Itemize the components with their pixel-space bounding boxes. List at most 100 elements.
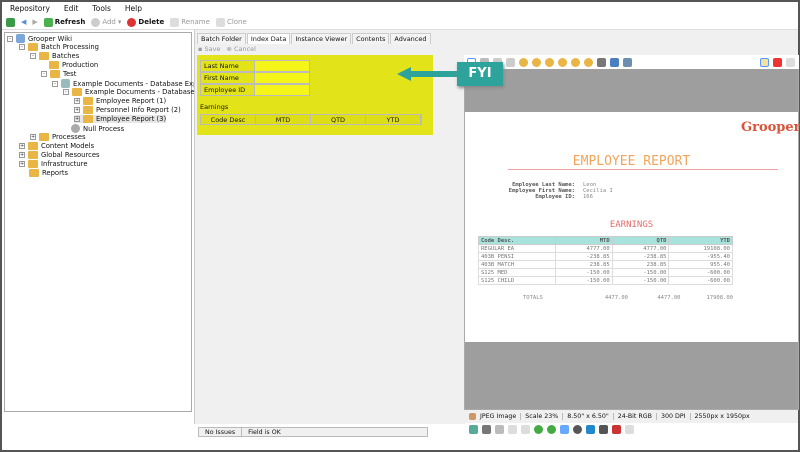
thumbnails-icon[interactable] [760,57,769,67]
tree-node[interactable]: + Content Models [19,142,94,150]
deskew-icon[interactable] [586,424,595,434]
zoom-rect-icon[interactable] [506,57,515,67]
tree-node[interactable]: + Processes [30,133,86,141]
expand-icon[interactable]: + [19,161,25,167]
cancel-button[interactable]: ⊗ Cancel [226,45,256,53]
last-name-field[interactable]: Last Name [200,60,310,72]
tree-node[interactable]: - Grooper Wiki [7,34,72,43]
undo-icon[interactable] [625,424,634,434]
expand-icon[interactable]: + [74,107,80,113]
batch-icon [61,79,70,88]
tab-advanced[interactable]: Advanced [390,33,431,44]
table-row: 403B MATCH 238.85 238.85 955.40 [478,260,733,269]
column-header[interactable]: YTD [366,115,421,124]
color-icon[interactable] [612,424,621,434]
tree-label: Infrastructure [41,160,88,168]
forward-icon[interactable]: ▶ [32,18,37,26]
viewer-status-bar: JPEG Image Scale 23% 8.50" x 6.50" 24-Bi… [465,410,798,422]
employee-id-input[interactable] [255,85,309,95]
expand-icon[interactable]: + [30,134,36,140]
tree-node[interactable]: - Batch Processing [19,43,99,51]
delete-button[interactable]: Delete [127,17,165,27]
grid-icon[interactable] [508,424,517,434]
first-name-field[interactable]: First Name [200,72,310,84]
collapse-icon[interactable]: - [52,80,58,87]
collapse-icon[interactable]: - [19,44,25,50]
table-row: REGULAR EA 4777.00 4777.00 19108.00 [478,244,733,253]
tree-toggle-icon[interactable] [6,17,15,27]
tree-node[interactable]: - Batches [30,52,79,60]
tree-node[interactable]: - Example Documents - Database Export [52,79,207,88]
folder-icon [83,115,93,123]
tab-contents[interactable]: Contents [352,33,390,44]
save-button[interactable]: ▪ Save [198,45,220,53]
tab-batch-folder[interactable]: Batch Folder [197,33,246,44]
tree-node[interactable]: + Personnel Info Report (2) [74,106,181,114]
back-icon[interactable]: ◀ [21,18,26,26]
node-tree: - Grooper Wiki - Batch Processing - Batches… [4,32,219,412]
table-cell: -150.00 [554,268,613,277]
zoom-width-icon[interactable] [571,57,580,67]
delete-label: Delete [138,18,165,26]
collapse-icon[interactable]: - [41,71,47,77]
flip-icon[interactable] [560,424,569,434]
collapse-icon[interactable]: - [63,89,69,95]
earnings-label: Earnings [200,103,229,111]
zoom-fit-icon[interactable] [558,57,567,67]
tree-node[interactable]: Null Process [71,124,124,133]
collapse-icon[interactable]: - [7,35,13,42]
tree-node[interactable]: - Test [41,70,76,78]
zoom-in-icon[interactable] [519,57,528,67]
refresh-button[interactable]: Refresh [43,17,85,27]
table-cell: 4777.00 [554,244,613,253]
contrast-icon[interactable] [573,424,582,434]
tree-node[interactable]: + Infrastructure [19,160,88,168]
column-header[interactable]: Code Desc [201,115,256,124]
rotate-right-icon[interactable] [547,424,556,434]
pdf-icon[interactable] [773,57,782,67]
close-icon[interactable] [521,424,530,434]
menu-tools[interactable]: Tools [92,4,110,13]
expand-icon[interactable]: + [19,143,25,149]
save-icon[interactable] [610,57,619,67]
last-name-input[interactable] [255,61,309,71]
add-button[interactable]: Add ▾ [91,17,121,27]
clone-button[interactable]: Clone [215,17,247,27]
tools-icon[interactable] [623,57,632,67]
action-bar: ▪ Save ⊗ Cancel [198,45,256,53]
first-name-input[interactable] [255,73,309,83]
menu-edit[interactable]: Edit [64,4,79,13]
expand-icon[interactable]: + [74,116,80,122]
tree-node-selected[interactable]: + Employee Report (3) [74,115,167,123]
add-label: Add [102,18,116,26]
folder-icon [83,106,93,114]
tree-node[interactable]: Production [49,61,98,69]
zoom-out-icon[interactable] [532,57,541,67]
zoom-actual-icon[interactable] [545,57,554,67]
rename-button[interactable]: Rename [170,17,210,27]
menu-help[interactable]: Help [125,4,142,13]
tree-node[interactable]: + Global Resources [19,151,100,159]
document-icon[interactable] [599,424,608,434]
document-page: Grooper EMPLOYEE REPORT Employee Last Na… [465,112,800,342]
column-header[interactable]: QTD [311,115,366,124]
print-icon[interactable] [597,57,606,67]
crop-icon[interactable] [495,424,504,434]
tree-node[interactable]: Reports [29,169,68,177]
employee-id-field[interactable]: Employee ID [200,84,310,96]
rotate-left-icon[interactable] [534,424,543,434]
image-icon[interactable] [469,424,478,434]
info-label: Employee ID: [535,194,575,200]
tab-instance-viewer[interactable]: Instance Viewer [291,33,352,44]
collapse-icon[interactable]: - [30,53,36,59]
table-row: 403B PENSI -238.85 -238.85 -955.40 [478,252,733,261]
tab-index-data[interactable]: Index Data [246,33,291,44]
page-icon[interactable] [786,57,795,67]
zoom-height-icon[interactable] [584,57,593,67]
expand-icon[interactable]: + [19,152,25,158]
menu-repository[interactable]: Repository [10,4,50,13]
image-gray-icon[interactable] [482,424,491,434]
column-header[interactable]: MTD [256,115,311,124]
tree-node[interactable]: + Employee Report (1) [74,97,166,105]
expand-icon[interactable]: + [74,98,80,104]
